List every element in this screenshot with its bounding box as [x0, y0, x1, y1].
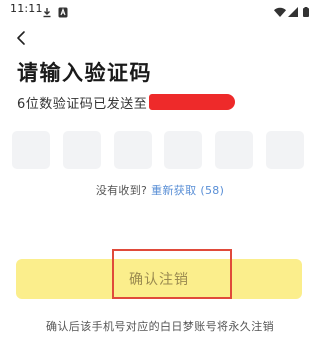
- redacted-phone-number: [149, 94, 236, 110]
- footer-note: 确认后该手机号对应的白日梦账号将永久注销: [46, 320, 274, 333]
- resend-row: 没有收到? 重新获取 (58): [0, 182, 320, 198]
- wifi-icon: [274, 7, 286, 17]
- code-digit-box[interactable]: [265, 131, 304, 169]
- code-digit-box[interactable]: [12, 131, 50, 169]
- status-bar: 11:11: [0, 0, 320, 18]
- subtitle-row: 6位数验证码已发送至: [17, 91, 236, 113]
- code-digit-box[interactable]: [62, 131, 101, 169]
- back-button[interactable]: [13, 28, 31, 48]
- status-right-group: [274, 3, 312, 22]
- verification-screen: 11:11 请输入验证码 6位数验证码已发送至 没有收到? 重新获取 (58) …: [0, 0, 320, 347]
- subtitle-text: 6位数验证码已发送至: [17, 96, 148, 112]
- code-input-row[interactable]: [12, 131, 304, 169]
- code-digit-box[interactable]: [164, 131, 203, 169]
- page-title: 请输入验证码: [17, 61, 152, 85]
- app-notification-icon: [58, 3, 68, 22]
- download-icon: [42, 3, 52, 22]
- code-digit-box[interactable]: [113, 131, 152, 169]
- battery-icon: [303, 7, 309, 17]
- resend-countdown: (58): [200, 184, 225, 197]
- resend-hint: 没有收到?: [95, 184, 148, 197]
- status-time: 11:11: [10, 2, 43, 15]
- confirm-cancel-account-button[interactable]: 确认注销: [16, 259, 302, 299]
- resend-link[interactable]: 重新获取: [151, 184, 196, 197]
- code-digit-box[interactable]: [215, 131, 254, 169]
- cellular-signal-icon: [288, 7, 298, 17]
- chevron-left-icon: [17, 31, 25, 45]
- confirm-button-label: 确认注销: [129, 271, 189, 287]
